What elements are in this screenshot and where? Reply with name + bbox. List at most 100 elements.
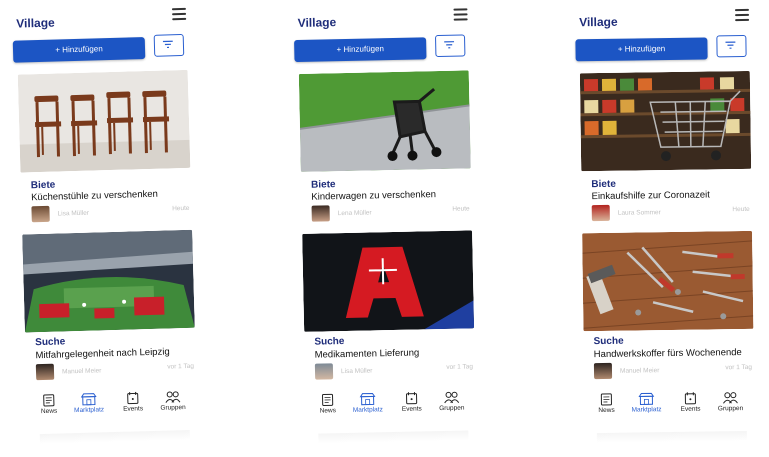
filter-button[interactable] (153, 33, 185, 57)
add-button[interactable]: + Hinzufügen (575, 37, 708, 62)
news-icon (322, 393, 334, 406)
bottom-shadow (39, 429, 190, 445)
tab-label: Events (680, 405, 701, 413)
add-button[interactable]: + Hinzufügen (12, 37, 146, 63)
tools-image[interactable] (582, 230, 754, 332)
card-category: Suche (35, 336, 66, 349)
filter-icon (725, 41, 736, 49)
avatar (311, 205, 330, 222)
post-time: vor 1 Tag (167, 362, 195, 371)
filter-icon (444, 41, 455, 49)
avatar (593, 362, 613, 380)
top-bar: Village (297, 8, 483, 32)
marketplace-icon (80, 393, 97, 406)
card-category: Suche (593, 335, 624, 348)
tab-events[interactable]: Events (672, 392, 708, 414)
tab-label: News (598, 406, 615, 415)
card-title[interactable]: Küchenstühle zu verschenken (31, 189, 158, 204)
pharmacy-image[interactable] (302, 230, 475, 332)
phone-screen-3: Village + Hinzufügen Biete Einkaufshilfe… (575, 0, 769, 455)
tab-label: Gruppen (160, 404, 186, 412)
filter-button[interactable] (716, 34, 747, 58)
menu-icon[interactable] (171, 7, 187, 21)
tab-label: News (319, 407, 337, 415)
card-meta: Lena Müller Heute (311, 202, 480, 224)
card-title[interactable]: Mitfahrgelegenheit nach Leipzig (35, 346, 169, 361)
author-name: Manuel Meier (619, 367, 660, 375)
stadium-image[interactable] (22, 229, 195, 333)
marketplace-icon (638, 392, 655, 405)
tab-label: Gruppen (439, 404, 465, 413)
app-logo: Village (16, 15, 55, 31)
filter-button[interactable] (434, 34, 466, 58)
phone-screen-1: Village + Hinzufügen Biete Küchenstühle … (12, 0, 215, 457)
tab-marketplace[interactable]: Marktplatz (628, 392, 664, 414)
calendar-icon (127, 391, 139, 405)
top-bar: Village (16, 7, 202, 32)
tab-label: Gruppen (717, 405, 744, 413)
tab-groups[interactable]: Gruppen (155, 390, 192, 412)
menu-icon[interactable] (453, 8, 468, 21)
bottom-shadow (596, 430, 747, 444)
card-meta: Manuel Meier vor 1 Tag (35, 360, 204, 383)
groups-icon (165, 391, 181, 403)
tab-marketplace[interactable]: Marktplatz (71, 392, 108, 414)
groups-icon (444, 391, 460, 404)
author-name: Laura Sommer (617, 209, 661, 217)
post-time: vor 1 Tag (725, 363, 753, 372)
tab-label: Marktplatz (74, 406, 105, 415)
menu-icon[interactable] (734, 8, 750, 22)
author-name: Lisa Müller (340, 367, 373, 376)
calendar-icon (406, 392, 418, 405)
card-meta: Lisa Müller vor 1 Tag (314, 360, 483, 382)
avatar (314, 363, 334, 380)
card-meta: Laura Sommer Heute (591, 203, 760, 223)
post-time: Heute (172, 204, 190, 213)
tab-label: Events (123, 405, 144, 413)
avatar (31, 205, 50, 223)
card-category: Biete (30, 179, 56, 192)
tab-groups[interactable]: Gruppen (712, 391, 748, 413)
tab-label: Marktplatz (631, 406, 662, 414)
card-category: Biete (591, 178, 616, 191)
stroller-image[interactable] (298, 70, 471, 172)
bottom-tab-bar: News Marktplatz Events Gruppen (37, 390, 204, 425)
tab-label: News (40, 407, 58, 416)
tab-events[interactable]: Events (393, 391, 429, 413)
tab-news[interactable]: News (309, 393, 345, 415)
filter-icon (162, 40, 173, 49)
top-bar: Village (579, 8, 765, 32)
bottom-shadow (318, 430, 469, 444)
tab-label: Events (401, 405, 422, 413)
card-title[interactable]: Medikamenten Lieferung (315, 347, 420, 360)
avatar (35, 363, 55, 381)
marketplace-icon (359, 392, 376, 406)
calendar-icon (684, 392, 696, 405)
card-meta: Manuel Meier vor 1 Tag (593, 361, 762, 381)
tab-groups[interactable]: Gruppen (433, 390, 469, 412)
post-time: Heute (732, 205, 750, 214)
bottom-tab-bar: News Marktplatz Events Gruppen (594, 391, 760, 423)
card-title[interactable]: Einkaufshilfe zur Coronazeit (591, 189, 709, 202)
chairs-image[interactable] (17, 69, 191, 173)
news-icon (43, 394, 55, 407)
card-category: Biete (310, 179, 336, 191)
author-name: Lena Müller (337, 209, 372, 218)
tab-news[interactable]: News (31, 393, 68, 415)
add-button[interactable]: + Hinzufügen (294, 37, 427, 63)
news-icon (600, 393, 612, 406)
card-title[interactable]: Kinderwagen zu verschenken (311, 189, 436, 203)
tab-news[interactable]: News (588, 393, 624, 415)
author-name: Lisa Müller (57, 209, 90, 218)
author-name: Manuel Meier (61, 367, 102, 376)
tab-marketplace[interactable]: Marktplatz (349, 392, 385, 414)
phone-screen-2: Village + Hinzufügen Biete Kinderwagen z… (293, 0, 492, 456)
avatar (591, 204, 610, 222)
card-meta: Lisa Müller Heute (31, 202, 199, 225)
tab-label: Marktplatz (352, 406, 383, 414)
card-title[interactable]: Handwerkskoffer fürs Wochenende (594, 347, 742, 360)
tab-events[interactable]: Events (115, 391, 152, 413)
supermarket-image[interactable] (579, 70, 752, 172)
app-logo: Village (579, 14, 618, 30)
app-logo: Village (297, 15, 337, 30)
